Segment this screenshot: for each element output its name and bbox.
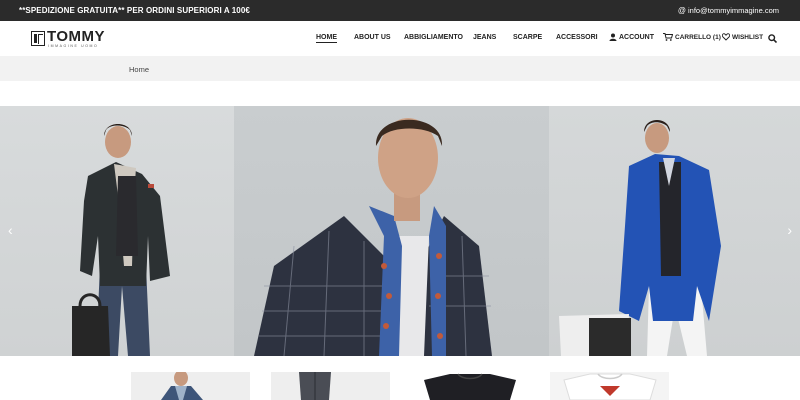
nav-item-abbigliamento[interactable]: ABBIGLIAMENTO [404, 34, 463, 41]
nav-item-about-us[interactable]: ABOUT US [354, 34, 391, 41]
slide-image-left [0, 106, 234, 356]
nav-item-jeans[interactable]: JEANS [473, 34, 496, 41]
wishlist-label: WISHLIST [732, 33, 764, 41]
hero-slider[interactable]: ‹ › [0, 106, 800, 356]
contact-email[interactable]: @ info@tommyimmagine.com [678, 6, 779, 15]
breadcrumb-home[interactable]: Home [129, 65, 149, 74]
free-shipping-promo: **SPEDIZIONE GRATUITA** PER ORDINI SUPER… [19, 6, 250, 15]
contact-email-text[interactable]: info@tommyimmagine.com [688, 6, 779, 15]
slider-prev-arrow[interactable]: ‹ [8, 223, 13, 237]
product-thumbnail[interactable] [550, 372, 669, 400]
main-nav: HOME ABOUT US ABBIGLIAMENTO JEANS SCARPE… [0, 33, 800, 48]
user-icon [609, 33, 617, 41]
search-icon[interactable] [768, 34, 777, 43]
slide-image-center [234, 106, 549, 356]
account-label: ACCOUNT [619, 33, 654, 41]
product-thumbnail[interactable] [271, 372, 390, 400]
wishlist-link[interactable]: WISHLIST [722, 33, 763, 41]
nav-item-scarpe[interactable]: SCARPE [513, 34, 542, 41]
at-icon: @ [677, 6, 687, 15]
product-thumbnail[interactable] [131, 372, 250, 400]
cart-label: CARRELLO (1) [675, 33, 721, 41]
slide-image-right [549, 106, 800, 356]
heart-icon [722, 33, 730, 41]
product-thumbnails [0, 372, 800, 400]
top-bar: **SPEDIZIONE GRATUITA** PER ORDINI SUPER… [0, 0, 800, 21]
cart-icon [663, 33, 673, 41]
site-header: TOMMY IMMAGINE UOMO HOME ABOUT US ABBIGL… [0, 21, 800, 56]
nav-item-accessori[interactable]: ACCESSORI [556, 34, 598, 41]
account-link[interactable]: ACCOUNT [609, 33, 654, 41]
nav-item-home[interactable]: HOME [316, 34, 337, 43]
product-thumbnail[interactable] [410, 372, 529, 400]
breadcrumb: Home [0, 56, 800, 81]
cart-link[interactable]: CARRELLO (1) [663, 33, 721, 41]
slider-next-arrow[interactable]: › [787, 223, 792, 237]
